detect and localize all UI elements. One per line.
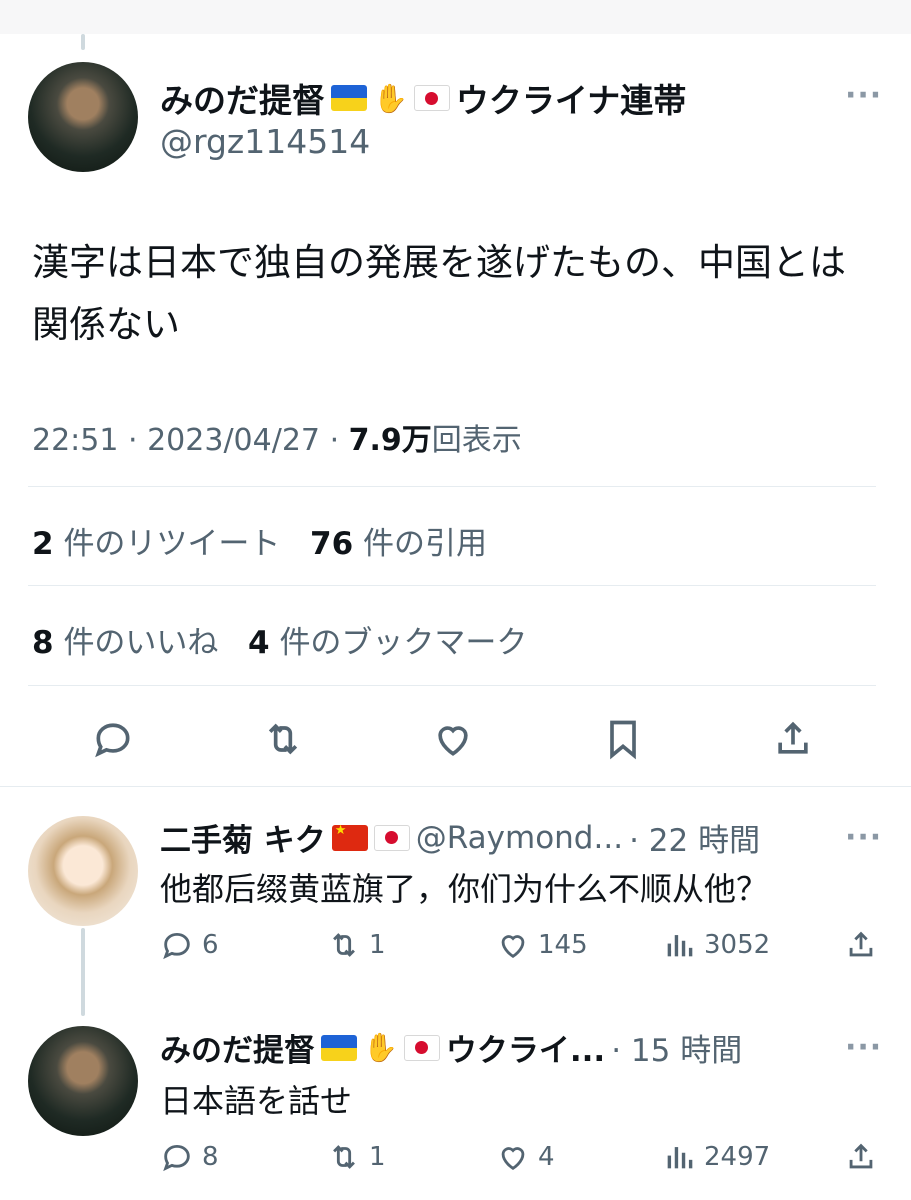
- user-handle[interactable]: @Raymond...: [416, 820, 623, 856]
- ukraine-flag-icon: [321, 1034, 357, 1061]
- thread-line: [81, 928, 85, 1016]
- japan-flag-icon: [373, 824, 410, 851]
- retweet-button[interactable]: 1: [327, 928, 386, 962]
- retweet-button[interactable]: 1: [327, 1140, 386, 1174]
- display-name[interactable]: 二手菊 キク: [160, 815, 326, 860]
- handshake-icon: ✋: [373, 81, 408, 115]
- share-icon: [778, 721, 808, 754]
- likes-stat[interactable]: 8 件のいいね: [32, 625, 218, 661]
- separator: ·: [128, 423, 148, 458]
- reply-icon: [163, 932, 190, 960]
- bookmarks-label: 件のブックマーク: [279, 625, 528, 661]
- views-button[interactable]: 3052: [662, 928, 770, 962]
- retweet-button[interactable]: [258, 714, 308, 764]
- share-icon: [849, 1143, 873, 1169]
- ukraine-flag-icon: [331, 85, 367, 111]
- tweet-text: 漢字は日本で独自の発展を遂げたもの、中国とは関係ない: [32, 241, 846, 346]
- reply-text: 他都后缀黄蓝旗了，你们为什么不顺从他？: [160, 870, 769, 908]
- like-icon: [501, 935, 525, 959]
- avatar[interactable]: [28, 816, 138, 926]
- views-icon: [667, 935, 693, 957]
- likes-label: 件のいいね: [63, 625, 219, 661]
- divider: [28, 685, 876, 686]
- reply-button[interactable]: [88, 714, 138, 764]
- like-button[interactable]: [428, 714, 478, 764]
- share-icon: [849, 931, 873, 957]
- quotes-count: 76: [310, 526, 354, 562]
- like-button[interactable]: 145: [496, 928, 588, 962]
- like-icon: [438, 726, 468, 756]
- share-button[interactable]: [844, 928, 878, 962]
- share-button[interactable]: [768, 714, 818, 764]
- divider: [28, 486, 876, 487]
- thread-line: [81, 34, 85, 50]
- like-count: 145: [538, 930, 588, 960]
- reply-icon: [163, 1144, 190, 1172]
- quotes-label: 件の引用: [363, 526, 487, 562]
- reply-time[interactable]: · 22 時間: [629, 815, 760, 860]
- reply-header: みのだ提督 ✋ ウクライ... · 15 時間: [160, 1025, 742, 1070]
- divider: [0, 786, 911, 787]
- retweets-stat[interactable]: 2 件のリツイート: [32, 526, 280, 562]
- china-flag-icon: [331, 823, 368, 851]
- bookmarks-stat[interactable]: 4 件のブックマーク: [248, 625, 527, 661]
- bookmark-button[interactable]: [598, 714, 648, 764]
- reply-icon: [95, 723, 130, 758]
- separator: ·: [329, 423, 349, 458]
- japan-flag-icon: [403, 1034, 440, 1061]
- reply-header: 二手菊 キク @Raymond... · 22 時間: [160, 815, 760, 860]
- divider: [28, 585, 876, 586]
- reply-button[interactable]: 8: [160, 1140, 219, 1174]
- bookmarks-count: 4: [248, 625, 270, 661]
- views-unit: 万: [401, 423, 432, 458]
- user-handle[interactable]: @rgz114514: [160, 122, 370, 161]
- avatar[interactable]: [28, 1026, 138, 1136]
- like-icon: [501, 1147, 525, 1171]
- reply-count: 8: [202, 1142, 219, 1172]
- view-count: 2497: [704, 1142, 771, 1172]
- retweet-count: 1: [369, 930, 386, 960]
- view-count: 3052: [704, 930, 771, 960]
- like-button[interactable]: 4: [496, 1140, 555, 1174]
- tweet-time[interactable]: 22:51: [32, 423, 118, 458]
- name-suffix: ウクライナ連帯: [455, 81, 687, 120]
- more-options-icon[interactable]: ···: [845, 78, 882, 113]
- handshake-icon: ✋: [363, 1031, 398, 1064]
- tweet-date[interactable]: 2023/04/27: [147, 423, 320, 458]
- name-suffix: ウクライ...: [445, 1033, 606, 1069]
- retweets-count: 2: [32, 526, 54, 562]
- retweets-label: 件のリツイート: [63, 526, 281, 562]
- reply-time[interactable]: · 15 時間: [611, 1025, 742, 1070]
- views-button[interactable]: 2497: [662, 1140, 770, 1174]
- retweet-icon: [333, 1145, 355, 1169]
- tweet-meta: 22:51 · 2023/04/27 · 7.9万回表示: [32, 415, 522, 459]
- bookmark-icon: [610, 720, 636, 760]
- retweet-icon: [333, 933, 355, 957]
- retweet-quote-stats: 2 件のリツイート 76 件の引用: [32, 518, 487, 563]
- avatar[interactable]: [28, 62, 138, 172]
- like-count: 4: [538, 1142, 555, 1172]
- display-name[interactable]: みのだ提督: [160, 1025, 315, 1070]
- reply-count: 6: [202, 930, 219, 960]
- japan-flag-icon: [413, 85, 450, 111]
- quotes-stat[interactable]: 76 件の引用: [310, 526, 487, 562]
- share-button[interactable]: [844, 1140, 878, 1174]
- more-options-icon[interactable]: ···: [845, 1030, 882, 1065]
- retweet-count: 1: [369, 1142, 386, 1172]
- reply-text: 日本語を話せ: [160, 1082, 353, 1120]
- views-label: 回表示: [431, 423, 522, 458]
- top-strip: [0, 0, 911, 34]
- likes-count: 8: [32, 625, 54, 661]
- retweet-icon: [268, 723, 298, 755]
- views-number: 7.9: [348, 423, 402, 458]
- like-bookmark-stats: 8 件のいいね 4 件のブックマーク: [32, 617, 527, 662]
- reply-button[interactable]: 6: [160, 928, 219, 962]
- more-options-icon[interactable]: ···: [845, 820, 882, 855]
- display-name-text: みのだ提督: [160, 81, 325, 120]
- display-name[interactable]: みのだ提督 ✋ ウクライナ連帯: [160, 74, 686, 122]
- views-icon: [667, 1147, 693, 1169]
